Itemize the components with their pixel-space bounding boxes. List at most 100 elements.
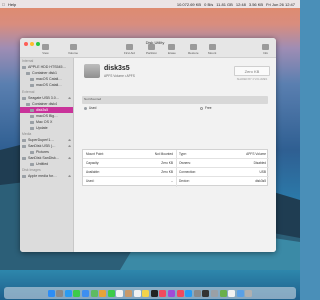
usage-bar: Not Mounted xyxy=(82,96,268,104)
photos-icon[interactable] xyxy=(99,289,107,297)
safari-icon[interactable] xyxy=(64,289,72,297)
erase-icon xyxy=(168,44,176,50)
disk-icon xyxy=(22,144,26,148)
status-item[interactable]: 0 B/s xyxy=(204,2,213,7)
info-value: Disabled xyxy=(253,161,266,165)
plus-minus-icon xyxy=(69,44,77,50)
info-label: Info xyxy=(262,51,268,55)
disk-utility-icon[interactable] xyxy=(210,289,218,297)
eject-icon xyxy=(208,44,216,50)
tv-icon[interactable] xyxy=(150,289,158,297)
info-key: Capacity: xyxy=(86,161,100,165)
volume-size-caption: SHARED BY 4 VOLUMES xyxy=(236,78,268,81)
apple-menu-icon[interactable]:  xyxy=(2,2,5,7)
info-value: -- xyxy=(170,179,173,183)
section-media: Media xyxy=(22,132,32,136)
status-item[interactable]: 10.072.69 KB xyxy=(177,2,201,7)
status-item[interactable]: 3.56 KB xyxy=(249,2,263,7)
status-item[interactable]: 11.81 GB xyxy=(216,2,233,7)
launchpad-icon[interactable] xyxy=(56,289,64,297)
trash-icon[interactable] xyxy=(245,289,253,297)
volume-button[interactable]: Volume xyxy=(68,44,78,55)
first-aid-button[interactable]: First Aid xyxy=(124,44,135,55)
sidebar-item-label: SanDisk SanDisk… xyxy=(28,156,60,160)
info-value: APFS Volume xyxy=(246,152,266,156)
textedit-icon[interactable] xyxy=(228,289,236,297)
volume-name: disk3s5 xyxy=(104,65,130,72)
sidebar-item-label: disk3s5 xyxy=(36,108,49,112)
volume-icon xyxy=(30,162,34,166)
eject-icon[interactable]: ⏏ xyxy=(68,138,71,142)
disk-icon xyxy=(22,156,26,160)
erase-button[interactable]: Erase xyxy=(168,44,176,55)
zoom-button[interactable] xyxy=(36,42,40,46)
sidebar-item-label: macOS Big… xyxy=(36,114,58,118)
restore-icon xyxy=(189,44,197,50)
info-value: disk3s5 xyxy=(255,179,266,183)
clock[interactable]: Fri Jun 26 12:47 xyxy=(266,2,295,7)
info-key: Used: xyxy=(86,179,95,183)
eject-icon[interactable]: ⏏ xyxy=(68,156,71,160)
sidebar-item[interactable]: Apple media for… ⏏ xyxy=(20,173,73,179)
info-button[interactable]: Info xyxy=(262,44,269,55)
menu-bar:  Help 10.072.69 KB 0 B/s 11.81 GB 12:48… xyxy=(0,0,300,8)
messages-icon[interactable] xyxy=(73,289,81,297)
info-key: Device: xyxy=(179,179,190,183)
status-item[interactable]: 12:48 xyxy=(236,2,246,7)
sidebar-item-label: Mac OS X xyxy=(36,120,53,124)
sidebar-item[interactable]: Update xyxy=(20,125,73,131)
volume-icon xyxy=(30,150,34,154)
sidebar-item-label: APPLE HDD HTS545… xyxy=(28,65,67,69)
volume-icon xyxy=(30,108,34,112)
contacts-icon[interactable] xyxy=(125,289,133,297)
legend-used: Used xyxy=(84,106,96,110)
preview-icon[interactable] xyxy=(236,289,244,297)
partition-label: Partition xyxy=(146,51,158,55)
terminal-icon[interactable] xyxy=(202,289,210,297)
reminders-icon[interactable] xyxy=(133,289,141,297)
appstore-icon[interactable] xyxy=(185,289,193,297)
sidebar-item[interactable]: Untitled xyxy=(20,161,73,167)
eject-icon[interactable]: ⏏ xyxy=(68,96,71,100)
eject-icon[interactable]: ⏏ xyxy=(68,174,71,178)
volume-icon xyxy=(30,83,34,87)
view-button[interactable]: View xyxy=(42,44,49,55)
restore-button[interactable]: Restore xyxy=(188,44,199,55)
table-row: Used: -- Device: disk3s5 xyxy=(83,177,269,186)
info-icon xyxy=(262,44,269,50)
mount-button[interactable]: Mount xyxy=(208,44,216,55)
maps-icon[interactable] xyxy=(90,289,98,297)
sidebar-item[interactable]: macOS Catali… xyxy=(20,82,73,88)
minimize-button[interactable] xyxy=(30,42,34,46)
sidebar-item-label: Container disk1 xyxy=(32,71,57,75)
preferences-icon[interactable] xyxy=(193,289,201,297)
sidebar-item-label: SanDisk USB (… xyxy=(28,144,56,148)
info-key: Mount Point: xyxy=(86,152,104,156)
news-icon[interactable] xyxy=(176,289,184,297)
mail-icon[interactable] xyxy=(82,289,90,297)
partition-button[interactable]: Partition xyxy=(146,44,157,55)
legend-label: Free xyxy=(205,106,212,110)
legend-label: Used xyxy=(89,106,97,110)
volume-subtitle: APFS Volume • APFS xyxy=(104,74,135,78)
notes-icon[interactable] xyxy=(142,289,150,297)
podcasts-icon[interactable] xyxy=(167,289,175,297)
eject-icon[interactable]: ⏏ xyxy=(68,144,71,148)
sidebar-item-label: SuperDuper!1… xyxy=(28,138,54,142)
info-table: Mount Point: Not Mounted Type: APFS Volu… xyxy=(82,149,269,187)
close-button[interactable] xyxy=(24,42,28,46)
view-label: View xyxy=(42,51,49,55)
erase-label: Erase xyxy=(168,51,176,55)
calendar-icon[interactable] xyxy=(116,289,124,297)
app-menu-help[interactable]: Help xyxy=(8,2,16,7)
activity-icon[interactable] xyxy=(219,289,227,297)
music-icon[interactable] xyxy=(159,289,167,297)
toolbar: Disk Utility View Volume First Aid Parti… xyxy=(20,38,276,58)
table-row: Available: Zero KB Connection: USB xyxy=(83,168,269,177)
finder-icon[interactable] xyxy=(47,289,55,297)
mount-label: Mount xyxy=(208,51,217,55)
restore-label: Restore xyxy=(188,51,199,55)
facetime-icon[interactable] xyxy=(107,289,115,297)
sidebar: Internal APPLE HDD HTS545… Container dis… xyxy=(20,58,74,252)
info-key: Owners: xyxy=(179,161,191,165)
